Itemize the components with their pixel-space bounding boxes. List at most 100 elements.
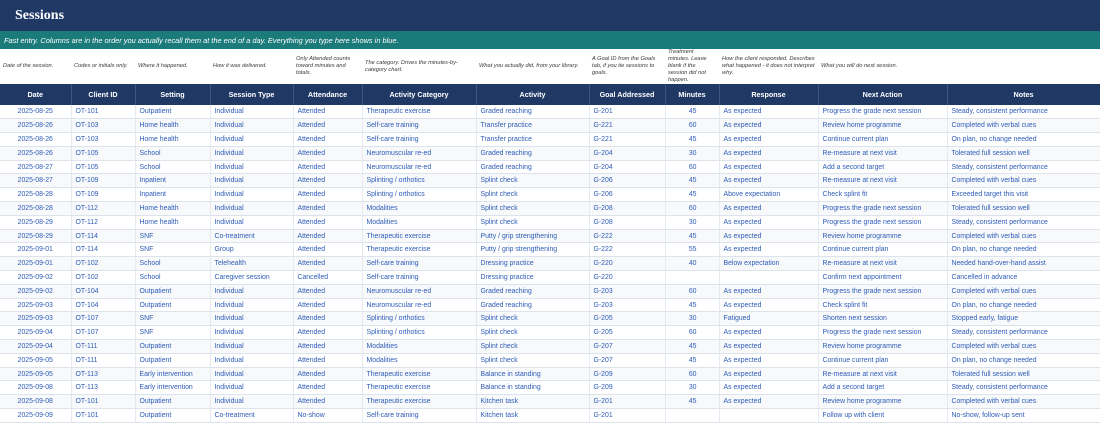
cell-date[interactable]: 2025-08-29 xyxy=(0,229,72,244)
cell-next-action[interactable]: Progress the grade next session xyxy=(818,215,948,230)
cell-minutes[interactable]: 45 xyxy=(665,353,720,368)
cell-response[interactable]: As expected xyxy=(719,173,819,189)
cell-date[interactable]: 2025-08-27 xyxy=(0,160,72,175)
cell-attendance[interactable]: Attended xyxy=(293,229,363,244)
cell-activity-category[interactable]: Therapeutic exercise xyxy=(362,105,477,120)
cell-client-id[interactable]: OT-109 xyxy=(71,187,136,203)
column-header-response[interactable]: Response xyxy=(719,84,819,105)
cell-notes[interactable]: Exceeded target this visit xyxy=(947,187,1100,203)
cell-session-type[interactable]: Individual xyxy=(210,173,294,189)
cell-goal-addressed[interactable]: G-204 xyxy=(589,160,666,175)
cell-response[interactable]: As expected xyxy=(719,105,819,120)
cell-setting[interactable]: Home health xyxy=(135,118,211,134)
cell-date[interactable]: 2025-09-08 xyxy=(0,380,72,396)
cell-session-type[interactable]: Individual xyxy=(210,118,294,134)
column-header-session-type[interactable]: Session Type xyxy=(210,84,294,105)
cell-client-id[interactable]: OT-103 xyxy=(71,132,136,147)
cell-goal-addressed[interactable]: G-201 xyxy=(589,105,666,120)
cell-client-id[interactable]: OT-114 xyxy=(71,229,136,244)
table-row[interactable]: 2025-08-29 OT-112 Home health Individual Att… xyxy=(0,215,1100,230)
cell-setting[interactable]: Outpatient xyxy=(135,408,211,423)
cell-goal-addressed[interactable]: G-221 xyxy=(589,118,666,134)
cell-attendance[interactable]: Attended xyxy=(293,284,363,299)
cell-setting[interactable]: Outpatient xyxy=(135,284,211,299)
cell-activity[interactable]: Splint check xyxy=(476,353,590,368)
cell-notes[interactable]: Completed with verbal cues xyxy=(947,229,1100,244)
cell-session-type[interactable]: Individual xyxy=(210,105,294,120)
table-row[interactable]: 2025-08-26 OT-103 Home health Individual Att… xyxy=(0,118,1100,134)
column-header-activity-category[interactable]: Activity Category xyxy=(362,84,477,105)
cell-minutes[interactable]: 30 xyxy=(665,215,720,230)
cell-response[interactable]: As expected xyxy=(719,132,819,147)
cell-minutes[interactable]: 45 xyxy=(665,229,720,244)
cell-session-type[interactable]: Individual xyxy=(210,311,294,327)
cell-activity[interactable]: Splint check xyxy=(476,187,590,203)
table-row[interactable]: 2025-09-05 OT-113 Early intervention Indivi… xyxy=(0,367,1100,382)
cell-goal-addressed[interactable]: G-207 xyxy=(589,353,666,368)
cell-client-id[interactable]: OT-104 xyxy=(71,298,136,313)
cell-activity[interactable]: Dressing practice xyxy=(476,270,590,285)
cell-session-type[interactable]: Individual xyxy=(210,284,294,299)
cell-date[interactable]: 2025-09-01 xyxy=(0,242,72,258)
cell-date[interactable]: 2025-09-03 xyxy=(0,311,72,327)
cell-setting[interactable]: Home health xyxy=(135,132,211,147)
cell-attendance[interactable]: No-show xyxy=(293,408,363,423)
cell-activity[interactable]: Balance in standing xyxy=(476,367,590,382)
cell-response[interactable]: As expected xyxy=(719,339,819,354)
table-row[interactable]: 2025-09-05 OT-111 Outpatient Individual Atte… xyxy=(0,353,1100,368)
cell-session-type[interactable]: Individual xyxy=(210,353,294,368)
cell-next-action[interactable]: Review home programme xyxy=(818,394,948,410)
cell-date[interactable]: 2025-08-25 xyxy=(0,105,72,120)
cell-next-action[interactable]: Review home programme xyxy=(818,118,948,134)
table-row[interactable]: 2025-08-26 OT-105 School Individual Attended… xyxy=(0,146,1100,161)
cell-goal-addressed[interactable]: G-206 xyxy=(589,187,666,203)
cell-minutes[interactable]: 45 xyxy=(665,187,720,203)
cell-activity-category[interactable]: Self-care training xyxy=(362,270,477,285)
table-row[interactable]: 2025-08-28 OT-109 Inpatient Individual Atten… xyxy=(0,187,1100,203)
cell-setting[interactable]: Home health xyxy=(135,201,211,216)
cell-attendance[interactable]: Attended xyxy=(293,394,363,410)
cell-next-action[interactable]: Re-measure at next visit xyxy=(818,146,948,161)
cell-activity-category[interactable]: Modalities xyxy=(362,339,477,354)
cell-session-type[interactable]: Group xyxy=(210,242,294,258)
cell-notes[interactable]: Steady, consistent performance xyxy=(947,380,1100,396)
cell-notes[interactable]: Steady, consistent performance xyxy=(947,325,1100,341)
column-header-activity[interactable]: Activity xyxy=(476,84,590,105)
table-row[interactable]: 2025-08-29 OT-114 SNF Co-treatment Attended T… xyxy=(0,229,1100,244)
cell-date[interactable]: 2025-08-26 xyxy=(0,118,72,134)
cell-date[interactable]: 2025-08-28 xyxy=(0,187,72,203)
cell-activity-category[interactable]: Therapeutic exercise xyxy=(362,380,477,396)
cell-minutes[interactable]: 30 xyxy=(665,146,720,161)
cell-response[interactable]: As expected xyxy=(719,118,819,134)
cell-response[interactable]: As expected xyxy=(719,353,819,368)
cell-session-type[interactable]: Individual xyxy=(210,394,294,410)
cell-minutes[interactable]: 45 xyxy=(665,105,720,120)
cell-minutes[interactable]: 45 xyxy=(665,298,720,313)
cell-attendance[interactable]: Attended xyxy=(293,132,363,147)
cell-response[interactable]: As expected xyxy=(719,298,819,313)
cell-client-id[interactable]: OT-103 xyxy=(71,118,136,134)
cell-client-id[interactable]: OT-109 xyxy=(71,173,136,189)
cell-attendance[interactable]: Attended xyxy=(293,173,363,189)
cell-response[interactable]: As expected xyxy=(719,284,819,299)
cell-next-action[interactable]: Review home programme xyxy=(818,229,948,244)
cell-activity-category[interactable]: Splinting / orthotics xyxy=(362,187,477,203)
cell-response[interactable]: As expected xyxy=(719,367,819,382)
cell-setting[interactable]: Outpatient xyxy=(135,105,211,120)
cell-goal-addressed[interactable]: G-201 xyxy=(589,394,666,410)
cell-attendance[interactable]: Attended xyxy=(293,118,363,134)
column-header-date[interactable]: Date xyxy=(0,84,72,105)
cell-attendance[interactable]: Attended xyxy=(293,201,363,216)
cell-attendance[interactable]: Attended xyxy=(293,353,363,368)
cell-activity-category[interactable]: Self-care training xyxy=(362,118,477,134)
cell-next-action[interactable]: Progress the grade next session xyxy=(818,201,948,216)
cell-session-type[interactable]: Individual xyxy=(210,325,294,341)
cell-notes[interactable]: Steady, consistent performance xyxy=(947,160,1100,175)
cell-minutes[interactable]: 60 xyxy=(665,160,720,175)
cell-session-type[interactable]: Individual xyxy=(210,132,294,147)
cell-minutes[interactable]: 30 xyxy=(665,380,720,396)
cell-date[interactable]: 2025-08-28 xyxy=(0,201,72,216)
cell-date[interactable]: 2025-09-03 xyxy=(0,298,72,313)
cell-minutes[interactable]: 60 xyxy=(665,367,720,382)
cell-date[interactable]: 2025-08-29 xyxy=(0,215,72,230)
